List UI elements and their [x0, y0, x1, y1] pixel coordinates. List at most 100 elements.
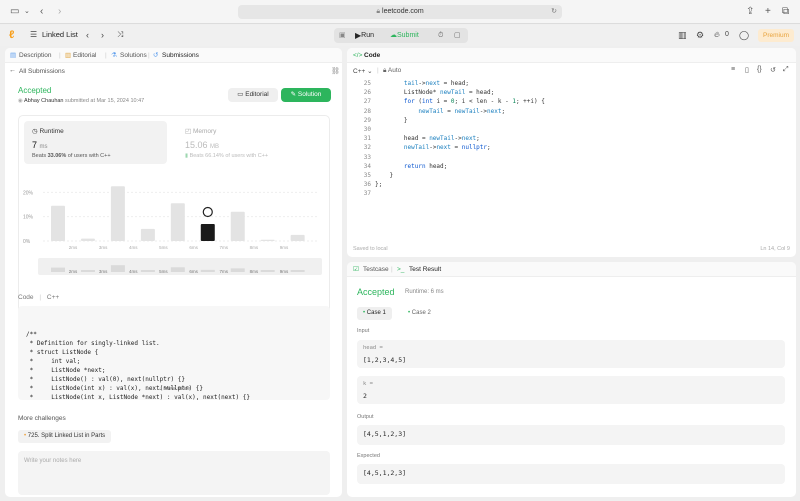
timer-icon[interactable]: ⏱: [438, 28, 443, 43]
case-2-tab[interactable]: • Case 2: [402, 307, 437, 320]
back-arrow-icon[interactable]: ←: [9, 67, 16, 74]
problem-list-title[interactable]: Linked List: [42, 29, 78, 41]
chevron-down-icon[interactable]: ⌄: [24, 6, 30, 18]
line-number: 35: [363, 172, 371, 180]
streak-icon[interactable]: 🔥︎: [714, 29, 720, 41]
line-number: 33: [363, 153, 371, 161]
code-language: C++: [46, 294, 60, 301]
tabs-overview-icon[interactable]: ⧉: [782, 6, 789, 18]
memory-card[interactable]: ◰ Memory 15.06 MB ▮ Beats 66.14% of user…: [179, 121, 322, 164]
shuffle-icon[interactable]: ⤨: [117, 29, 123, 41]
input-k-box: k = 2: [357, 376, 785, 404]
x-tick-label: 4ms: [129, 245, 138, 250]
user-avatar-icon: ◉: [18, 98, 23, 104]
prev-problem-icon[interactable]: ‹: [86, 29, 89, 41]
new-tab-icon[interactable]: +: [765, 6, 771, 18]
runtime-bar[interactable]: [140, 228, 155, 241]
fullscreen-icon[interactable]: ⤢: [783, 66, 789, 74]
tab-divider: |: [148, 52, 150, 59]
runtime-beats-pct: 33.06%: [47, 153, 67, 159]
code-section-header: Code | C++: [18, 294, 59, 301]
minimap-bar: [260, 270, 275, 272]
submissions-icon: ↺: [153, 52, 159, 59]
code-content[interactable]: tail->next = head; ListNode* newTail = h…: [375, 79, 545, 189]
code-line: }: [375, 172, 394, 180]
runtime-card[interactable]: ◷ Runtime 7 ms Beats 33.06% of users wit…: [24, 121, 167, 164]
tab-code[interactable]: Code: [364, 48, 380, 63]
y-tick-label: 20%: [23, 190, 34, 196]
tab-test-result[interactable]: Test Result: [409, 262, 441, 277]
notes-textarea[interactable]: Write your notes here: [18, 451, 330, 495]
tab-solutions[interactable]: Solutions: [120, 48, 147, 63]
line-number: 26: [363, 89, 371, 97]
challenge-chip[interactable]: • 725. Split Linked List in Parts: [18, 430, 112, 443]
runtime-bar[interactable]: [260, 239, 275, 241]
runtime-bar-highlighted[interactable]: [200, 223, 215, 241]
user-position-marker: [202, 206, 213, 218]
next-problem-icon[interactable]: ›: [101, 29, 104, 41]
tab-divider: |: [59, 52, 61, 59]
format-icon[interactable]: ≡: [731, 66, 735, 73]
link-icon[interactable]: ⛓: [331, 67, 340, 75]
editorial-button[interactable]: ▭ Editorial: [228, 88, 278, 102]
solutions-icon: ⚗: [111, 52, 117, 59]
tab-editorial[interactable]: Editorial: [73, 48, 96, 63]
all-submissions-link[interactable]: All Submissions: [19, 68, 65, 75]
x-tick-label: 2ms: [69, 245, 78, 250]
runtime-bar[interactable]: [290, 234, 305, 241]
tab-submissions[interactable]: Submissions: [162, 48, 199, 63]
run-button[interactable]: ▶ Run: [355, 28, 374, 43]
submit-button[interactable]: ☁ Submit: [390, 28, 419, 43]
mode-label: Auto: [387, 67, 402, 74]
runtime-bar[interactable]: [110, 186, 125, 241]
leetcode-logo[interactable]: ℓ: [9, 29, 20, 41]
user-name[interactable]: Abhay Chauhan: [24, 98, 63, 104]
layout-icon[interactable]: ▥: [678, 29, 687, 41]
premium-button[interactable]: Premium: [758, 29, 794, 42]
submitted-code-line: * ListNode() : val(0), next(nullptr) {}: [26, 376, 185, 383]
back-icon[interactable]: ‹: [40, 6, 43, 18]
output-box: [4,5,1,2,3]: [357, 425, 785, 445]
tab-description[interactable]: Description: [19, 48, 52, 63]
tab-testcase[interactable]: Testcase: [363, 262, 389, 277]
code-line: tail->next = head;: [403, 80, 469, 87]
line-number: 32: [363, 144, 371, 152]
runtime-bar[interactable]: [80, 238, 95, 241]
editor-tab-bar: </> Code: [347, 48, 796, 63]
sidebar-toggle-icon[interactable]: ▭: [10, 6, 19, 18]
runtime-bar[interactable]: [51, 205, 65, 241]
tab-divider: |: [105, 52, 107, 59]
reset-icon[interactable]: ↺: [770, 66, 776, 74]
solution-button[interactable]: ✎ Solution: [281, 88, 331, 102]
braces-icon[interactable]: {}: [757, 66, 762, 73]
code-editor[interactable]: 25 26 27 28 29 30 31 32 33 34 35 36 37 tail->next = …: [347, 79, 796, 204]
editorial-icon: ▥: [65, 52, 72, 59]
minimap-bar: [110, 265, 125, 272]
minimap-bar: [170, 267, 185, 272]
line-number: 37: [363, 190, 371, 198]
forward-icon[interactable]: ›: [58, 6, 61, 18]
terminal-icon: >_: [397, 266, 405, 273]
settings-icon[interactable]: ⚙: [696, 29, 704, 41]
view-more-link[interactable]: ⌄ View more: [18, 386, 330, 392]
runtime-bar[interactable]: [170, 203, 185, 241]
notes-icon[interactable]: ▢: [454, 28, 461, 43]
avatar[interactable]: ◯: [739, 29, 749, 41]
share-icon[interactable]: ⇪: [746, 6, 754, 18]
output-value: [4,5,1,2,3]: [363, 430, 407, 438]
y-tick-label: 10%: [23, 215, 34, 221]
runtime-bar[interactable]: [230, 211, 245, 241]
browser-toolbar: ▭ ⌄ ‹ › 🔒︎ leetcode.com ↻ ⇪ + ⧉: [0, 0, 800, 24]
runtime-value: 7: [32, 140, 38, 150]
language-select[interactable]: C++ ⌄: [353, 67, 373, 75]
reload-icon[interactable]: ↻: [551, 5, 557, 19]
minimap-bar: [140, 270, 155, 272]
url-text: leetcode.com: [382, 8, 424, 15]
debug-icon[interactable]: ▣: [339, 28, 346, 43]
mode-toggle[interactable]: 🔒︎ Auto: [383, 67, 401, 75]
address-bar[interactable]: 🔒︎ leetcode.com ↻: [238, 5, 562, 19]
problem-list-icon[interactable]: ☰: [30, 29, 37, 41]
case-1-tab[interactable]: • Case 1: [357, 307, 392, 320]
notes-placeholder: Write your notes here: [24, 458, 82, 464]
bookmark-icon[interactable]: ▯: [745, 66, 749, 74]
